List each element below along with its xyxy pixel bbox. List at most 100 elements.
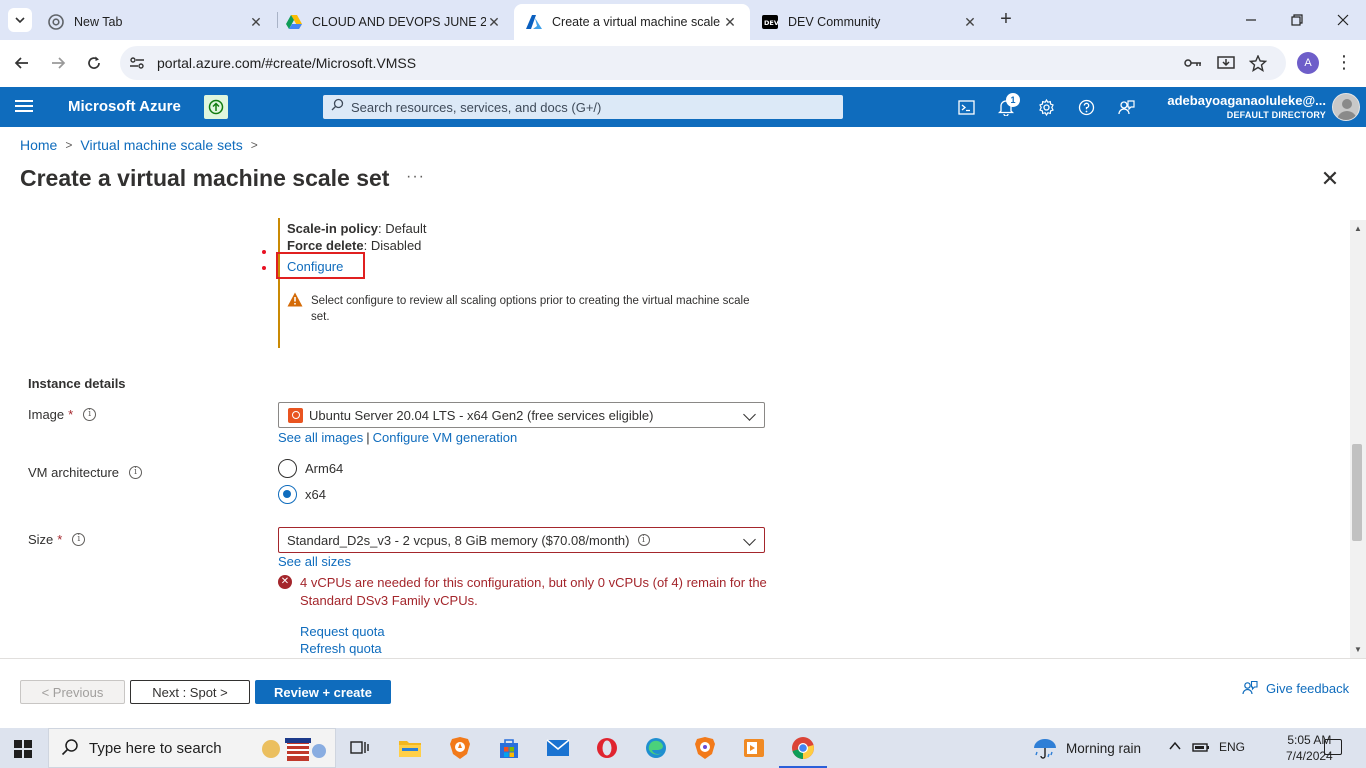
browser-tab-new-tab[interactable]: New Tab ✕ — [36, 4, 276, 40]
browser-menu-icon[interactable]: ⋮ — [1334, 52, 1354, 74]
close-tab-icon[interactable]: ✕ — [486, 14, 502, 31]
image-links: See all images | Configure VM generation — [278, 430, 517, 445]
scroll-down-arrow-icon[interactable]: ▼ — [1354, 645, 1362, 654]
action-center-icon[interactable] — [1324, 739, 1342, 755]
profile-avatar[interactable]: A — [1297, 52, 1319, 74]
address-bar[interactable]: portal.azure.com/#create/Microsoft.VMSS — [120, 46, 1286, 80]
tab-search-button[interactable] — [8, 8, 32, 32]
image-select[interactable]: Ubuntu Server 20.04 LTS - x64 Gen2 (free… — [278, 402, 765, 428]
more-options-icon[interactable]: ··· — [406, 168, 425, 186]
settings-gear-icon[interactable] — [1036, 97, 1056, 117]
opera-icon[interactable] — [593, 734, 621, 762]
feedback-icon[interactable] — [1116, 97, 1136, 117]
configure-vm-generation-link[interactable]: Configure VM generation — [373, 430, 518, 445]
error-icon: ✕ — [278, 575, 292, 589]
microsoft-store-icon[interactable] — [495, 734, 523, 762]
review-create-button[interactable]: Review + create — [255, 680, 391, 704]
network-icon[interactable] — [1192, 740, 1210, 757]
show-hidden-icons-chevron-up-icon[interactable] — [1169, 740, 1181, 754]
account-directory: DEFAULT DIRECTORY — [1226, 110, 1326, 120]
task-view-icon[interactable] — [346, 734, 374, 762]
close-tab-icon[interactable]: ✕ — [248, 14, 264, 31]
mail-icon[interactable] — [544, 734, 572, 762]
browser-tab-cloud-devops[interactable]: CLOUD AND DEVOPS JUNE 202 ✕ — [274, 4, 514, 40]
close-tab-icon[interactable]: ✕ — [722, 14, 738, 31]
vm-architecture-label-text: VM architecture — [28, 465, 120, 480]
give-feedback-link[interactable]: Give feedback — [1242, 680, 1349, 696]
restore-button[interactable] — [1274, 0, 1320, 40]
scale-in-policy-value: : Default — [378, 221, 427, 236]
cloud-shell-icon[interactable] — [956, 97, 976, 117]
breadcrumb-vmss[interactable]: Virtual machine scale sets — [80, 137, 242, 153]
breadcrumb-home[interactable]: Home — [20, 137, 57, 153]
windows-start-icon[interactable] — [14, 740, 32, 758]
close-tab-icon[interactable]: ✕ — [962, 14, 978, 31]
size-label-text: Size — [28, 532, 54, 547]
reload-icon — [88, 56, 100, 69]
info-icon[interactable]: i — [72, 533, 86, 546]
vertical-scrollbar[interactable]: ▲ ▼ — [1350, 220, 1366, 658]
see-all-sizes-link[interactable]: See all sizes — [278, 554, 351, 569]
brave-browser-2-icon[interactable] — [691, 734, 719, 762]
browser-tab-dev-community[interactable]: DEV DEV Community ✕ — [750, 4, 990, 40]
back-button[interactable] — [10, 51, 34, 75]
close-blade-icon[interactable]: ✕ — [1320, 168, 1340, 190]
bookmark-star-icon[interactable] — [1248, 54, 1268, 72]
new-tab-button[interactable]: + — [996, 8, 1016, 32]
request-quota-link[interactable]: Request quota — [300, 624, 385, 639]
chevron-down-icon — [15, 17, 25, 24]
configure-scaling-link[interactable]: Configure — [287, 259, 343, 274]
edge-icon[interactable] — [642, 734, 670, 762]
taskbar-search[interactable]: Type here to search — [48, 728, 336, 768]
next-spot-button[interactable]: Next : Spot > — [130, 680, 250, 704]
scale-in-policy-label: Scale-in policy — [287, 221, 379, 236]
reload-button[interactable] — [82, 51, 106, 75]
account-menu[interactable]: adebayoaganaoluleke@... DEFAULT DIRECTOR… — [1167, 93, 1326, 120]
forward-button[interactable] — [46, 51, 70, 75]
browser-toolbar: portal.azure.com/#create/Microsoft.VMSS … — [0, 40, 1366, 87]
browser-tab-azure-active[interactable]: Create a virtual machine scale s ✕ — [514, 4, 750, 40]
required-asterisk: * — [57, 532, 63, 547]
password-key-icon[interactable] — [1183, 54, 1203, 72]
media-player-icon[interactable] — [740, 734, 768, 762]
chrome-taskbar-icon[interactable] — [779, 734, 827, 768]
info-icon[interactable]: i — [129, 466, 143, 479]
account-avatar[interactable] — [1332, 93, 1360, 121]
brave-browser-icon[interactable] — [446, 734, 474, 762]
minimize-button[interactable] — [1228, 0, 1274, 40]
windows-taskbar: Type here to search Morning rain ENG 5:0… — [0, 728, 1366, 768]
help-icon[interactable] — [1076, 97, 1096, 117]
file-explorer-icon[interactable] — [396, 734, 424, 762]
install-app-icon[interactable] — [1216, 54, 1236, 72]
image-label: Image * i — [28, 407, 97, 422]
close-window-button[interactable] — [1320, 0, 1366, 40]
minimize-icon — [1246, 19, 1256, 21]
global-search[interactable] — [323, 95, 843, 119]
radio-arm64[interactable]: Arm64 — [278, 459, 343, 478]
scroll-up-arrow-icon[interactable]: ▲ — [1354, 224, 1362, 233]
upgrade-icon[interactable] — [204, 95, 228, 119]
refresh-quota-link[interactable]: Refresh quota — [300, 641, 382, 656]
azure-brand[interactable]: Microsoft Azure — [68, 98, 181, 115]
see-all-images-link[interactable]: See all images — [278, 430, 363, 445]
info-icon[interactable]: i — [83, 408, 97, 421]
weather-widget[interactable]: Morning rain — [1032, 737, 1141, 759]
language-indicator[interactable]: ENG — [1219, 740, 1245, 754]
radio-button-selected[interactable] — [278, 485, 297, 504]
size-select[interactable]: Standard_D2s_v3 - 2 vcpus, 8 GiB memory … — [278, 527, 765, 553]
portal-menu-icon[interactable] — [14, 97, 34, 117]
scrollbar-thumb[interactable] — [1352, 444, 1362, 541]
chrome-icon — [48, 14, 64, 30]
breadcrumb: Home > Virtual machine scale sets > — [20, 137, 266, 153]
radio-x64[interactable]: x64 — [278, 485, 326, 504]
search-input[interactable] — [351, 95, 831, 119]
size-error-text: 4 vCPUs are needed for this configuratio… — [300, 575, 767, 608]
info-icon[interactable]: i — [637, 534, 650, 546]
site-settings-icon[interactable] — [128, 54, 146, 72]
annotation-dot — [262, 266, 266, 270]
tab-title: New Tab — [74, 15, 123, 29]
radio-button[interactable] — [278, 459, 297, 478]
page-title: Create a virtual machine scale set — [20, 165, 390, 191]
annotation-dot — [262, 250, 266, 254]
previous-button[interactable]: < Previous — [20, 680, 125, 704]
